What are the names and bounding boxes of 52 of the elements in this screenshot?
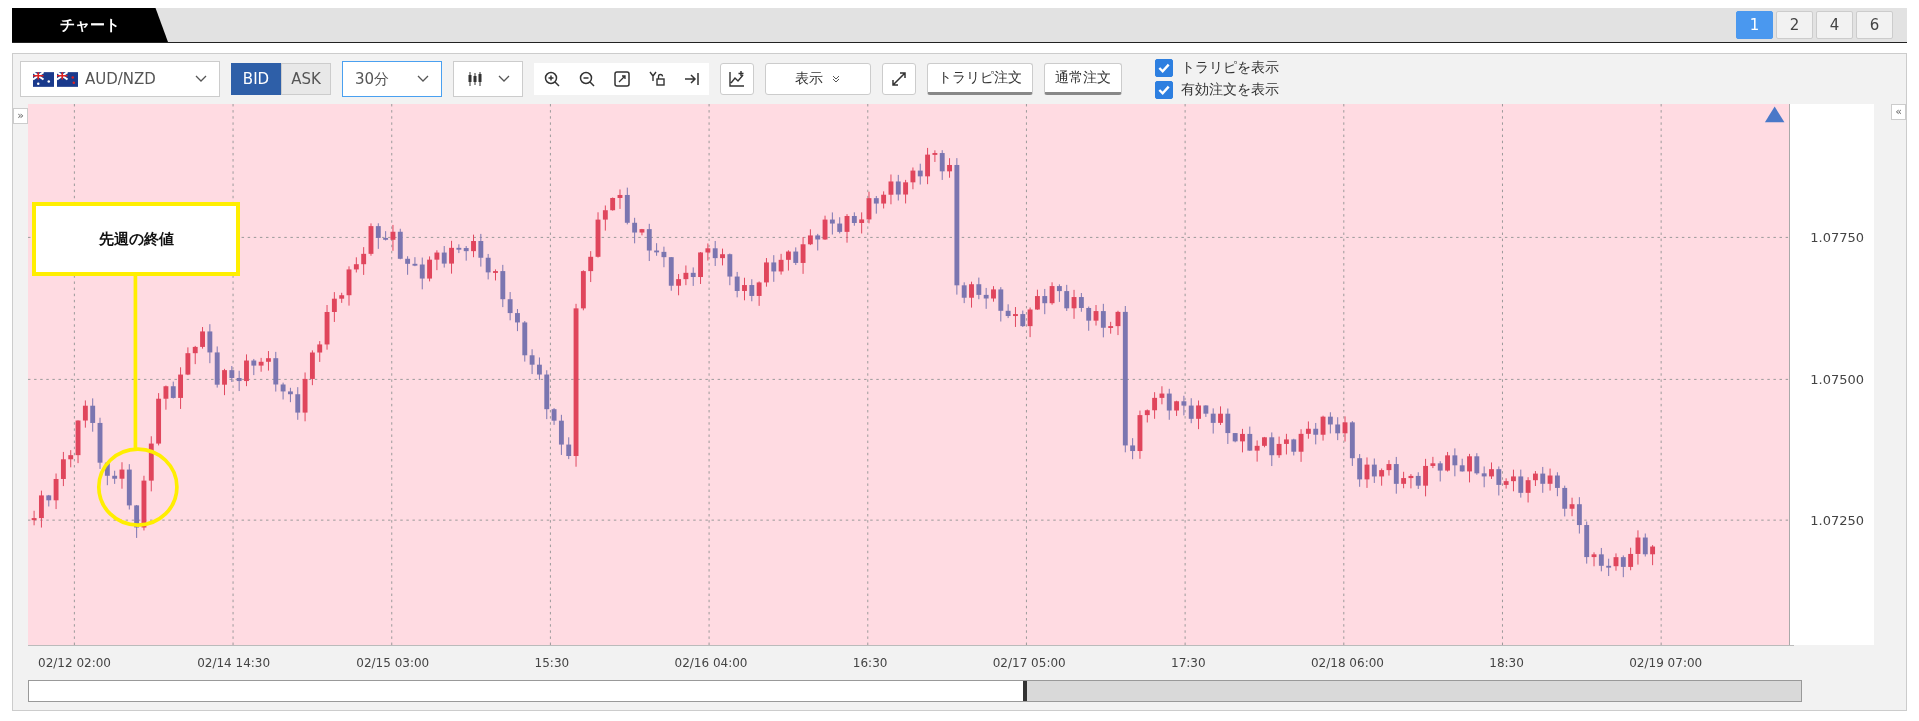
layout-button[interactable]: 4 — [1816, 11, 1853, 39]
display-menu-button[interactable]: 表示 — [765, 63, 871, 95]
y-lock-icon — [647, 70, 666, 88]
expand-panel-button[interactable]: » — [13, 108, 28, 124]
x-axis-label: 02/14 14:30 — [197, 656, 271, 670]
chevron-down-icon — [498, 75, 510, 83]
x-axis-label: 02/18 06:00 — [1311, 656, 1384, 670]
chevron-down-icon — [417, 75, 429, 83]
x-axis-label: 02/17 05:00 — [992, 656, 1066, 670]
chevron-down-icon — [195, 75, 207, 83]
checkbox[interactable] — [1155, 59, 1173, 77]
candlestick-icon — [466, 70, 484, 88]
currency-pair-dropdown[interactable]: AUD/NZD — [20, 61, 220, 97]
checkbox[interactable] — [1155, 81, 1173, 99]
chart-plus-icon — [728, 70, 746, 88]
zoom-out-icon — [577, 70, 596, 88]
chart-tab[interactable]: チャート — [12, 8, 168, 42]
order-button[interactable]: 通常注文 — [1044, 63, 1122, 95]
fullscreen-button[interactable] — [882, 63, 916, 95]
chart-type-dropdown[interactable] — [453, 61, 523, 97]
y-axis-label: 1.07250 — [1810, 512, 1865, 528]
double-chevron-icon — [831, 74, 841, 84]
x-axis-label: 02/12 02:00 — [38, 656, 111, 670]
layout-button[interactable]: 6 — [1856, 11, 1893, 39]
checkbox-label: 有効注文を表示 — [1181, 81, 1279, 99]
x-axis-label: 15:30 — [534, 656, 570, 670]
annotation-callout: 先週の終値 — [32, 202, 240, 276]
flag-icon — [33, 71, 54, 87]
layout-button[interactable]: 2 — [1776, 11, 1813, 39]
order-button[interactable]: トラリピ注文 — [927, 63, 1033, 95]
collapse-panel-button[interactable]: « — [1891, 104, 1906, 120]
indicator-button[interactable] — [720, 63, 754, 95]
price-side-toggle[interactable]: BID — [231, 63, 281, 95]
y-axis-label: 1.07750 — [1810, 229, 1865, 245]
zoom-in-icon — [542, 70, 561, 88]
timeframe-label: 30分 — [355, 69, 390, 89]
checkbox-label: トラリピを表示 — [1181, 59, 1279, 77]
x-axis-label: 02/16 04:00 — [674, 656, 748, 670]
y-axis-label: 1.07500 — [1810, 371, 1865, 387]
scroll-thumb[interactable] — [1023, 681, 1801, 701]
x-axis-label: 17:30 — [1171, 656, 1206, 670]
x-axis-label: 16:30 — [852, 656, 888, 670]
expand-icon — [890, 70, 908, 88]
timeframe-dropdown[interactable]: 30分 — [342, 61, 442, 97]
flag-icon — [57, 71, 78, 87]
triangle-up-icon — [1764, 106, 1785, 123]
x-axis-label: 02/19 07:00 — [1629, 656, 1703, 670]
arrow-to-bar-icon — [682, 70, 701, 88]
x-axis-label: 02/15 03:00 — [356, 656, 430, 670]
price-side-toggle[interactable]: ASK — [281, 63, 331, 95]
x-axis-label: 18:30 — [1489, 656, 1524, 670]
currency-pair-label: AUD/NZD — [85, 70, 157, 88]
